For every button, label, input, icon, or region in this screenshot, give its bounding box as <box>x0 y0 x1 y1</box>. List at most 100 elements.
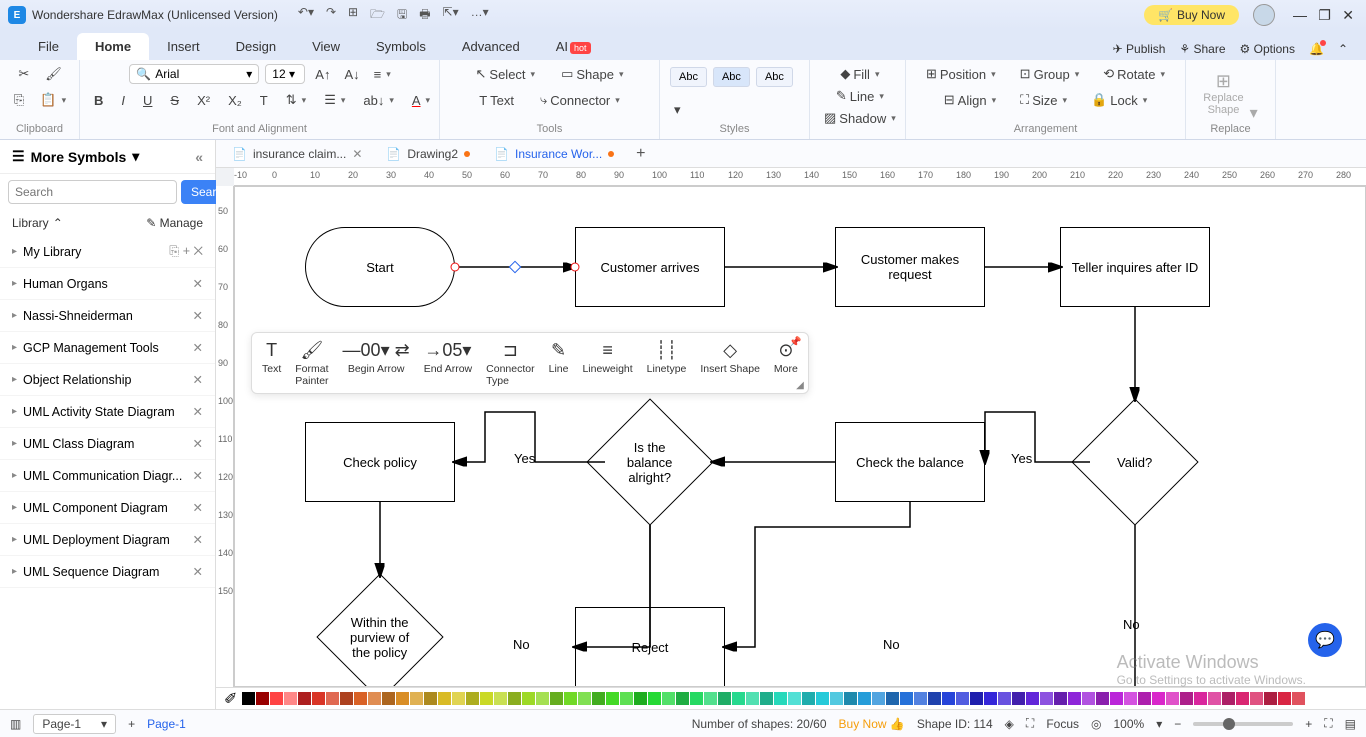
connector-tool[interactable]: ⤷ Connector <box>536 90 624 110</box>
add-page-button[interactable]: + <box>128 717 135 731</box>
style-preset-2[interactable]: Abc <box>713 67 750 87</box>
color-swatch[interactable] <box>312 692 325 705</box>
lib-item-object-rel[interactable]: Object Relationship✕ <box>0 364 215 396</box>
color-swatch[interactable] <box>746 692 759 705</box>
color-swatch[interactable] <box>1012 692 1025 705</box>
color-swatch[interactable] <box>970 692 983 705</box>
spacing-icon[interactable]: ⇅ <box>282 90 310 110</box>
color-swatch[interactable] <box>256 692 269 705</box>
color-swatch[interactable] <box>1096 692 1109 705</box>
align-dropdown[interactable]: ⊟ Align <box>940 90 1000 110</box>
align-h-icon[interactable]: ≡ <box>370 65 395 84</box>
ctx-end-arrow[interactable]: → 05 ▾End Arrow <box>424 339 472 387</box>
color-swatch[interactable] <box>480 692 493 705</box>
lib-item-uml-activity[interactable]: UML Activity State Diagram✕ <box>0 396 215 428</box>
color-swatch[interactable] <box>606 692 619 705</box>
select-tool[interactable]: ↖ Select <box>472 64 540 84</box>
zoom-slider[interactable] <box>1193 722 1293 726</box>
size-dropdown[interactable]: ⛶ Size <box>1016 90 1071 110</box>
decrease-font-icon[interactable]: A↓ <box>340 65 363 84</box>
replace-drop-icon[interactable]: ▾ <box>1250 103 1258 123</box>
lib-item-human-organs[interactable]: Human Organs✕ <box>0 268 215 300</box>
lib-item-uml-comm[interactable]: UML Communication Diagr...✕ <box>0 460 215 492</box>
color-swatch[interactable] <box>984 692 997 705</box>
tab-advanced[interactable]: Advanced <box>444 33 538 60</box>
color-swatch[interactable] <box>732 692 745 705</box>
color-swatch[interactable] <box>494 692 507 705</box>
buy-now-button[interactable]: 🛒 Buy Now <box>1144 5 1239 25</box>
focus-button[interactable]: Focus <box>1046 717 1079 731</box>
color-swatch[interactable] <box>1026 692 1039 705</box>
color-swatch[interactable] <box>564 692 577 705</box>
color-swatch[interactable] <box>816 692 829 705</box>
doctab-insurance-claim[interactable]: 📄 insurance claim... ✕ <box>220 143 374 165</box>
collapse-panel-icon[interactable]: « <box>195 149 203 165</box>
cut-icon[interactable]: ✂ <box>14 64 33 84</box>
tab-file[interactable]: File <box>20 33 77 60</box>
superscript-button[interactable]: X² <box>193 91 214 110</box>
page-tab[interactable]: Page-1 <box>147 717 186 731</box>
color-swatch[interactable] <box>676 692 689 705</box>
rotate-dropdown[interactable]: ⟲ Rotate <box>1099 64 1169 84</box>
color-swatch[interactable] <box>1082 692 1095 705</box>
lib-item-uml-seq[interactable]: UML Sequence Diagram✕ <box>0 556 215 588</box>
color-swatch[interactable] <box>872 692 885 705</box>
print-icon[interactable]: 🖶 <box>419 5 430 26</box>
increase-font-icon[interactable]: A↑ <box>311 65 334 84</box>
color-swatch[interactable] <box>900 692 913 705</box>
color-swatch[interactable] <box>1054 692 1067 705</box>
color-swatch[interactable] <box>508 692 521 705</box>
tab-view[interactable]: View <box>294 33 358 60</box>
color-swatch[interactable] <box>620 692 633 705</box>
copy-icon[interactable]: ⎘ <box>10 90 28 110</box>
color-swatch[interactable] <box>466 692 479 705</box>
color-swatch[interactable] <box>648 692 661 705</box>
color-swatch[interactable] <box>1138 692 1151 705</box>
color-swatch[interactable] <box>326 692 339 705</box>
bold-button[interactable]: B <box>90 91 107 110</box>
color-swatch[interactable] <box>452 692 465 705</box>
shape-customer-arrives[interactable]: Customer arrives <box>575 227 725 307</box>
panels-icon[interactable]: ▤ <box>1345 717 1356 731</box>
color-swatch[interactable] <box>928 692 941 705</box>
format-brush-icon[interactable]: 🖌 <box>41 64 66 84</box>
underline-button[interactable]: U <box>139 91 156 110</box>
shape-check-policy[interactable]: Check policy <box>305 422 455 502</box>
share-link[interactable]: ⚘ Share <box>1179 42 1225 56</box>
color-swatch[interactable] <box>424 692 437 705</box>
color-swatch[interactable] <box>270 692 283 705</box>
manage-library-link[interactable]: ✎ Manage <box>146 216 203 230</box>
eyedropper-icon[interactable]: ✐ <box>224 689 237 709</box>
ctx-line[interactable]: ✎Line <box>549 339 569 387</box>
color-swatch[interactable] <box>690 692 703 705</box>
shape-balance-alright[interactable]: Is the balance alright? <box>586 398 713 525</box>
style-preset-3[interactable]: Abc <box>756 67 793 87</box>
doctab-drawing2[interactable]: 📄 Drawing2 <box>374 143 482 165</box>
color-swatch[interactable] <box>438 692 451 705</box>
shadow-dropdown[interactable]: ▨ Shadow <box>820 108 900 128</box>
more-icon[interactable]: …▾ <box>471 5 489 26</box>
lib-item-nassi[interactable]: Nassi-Shneiderman✕ <box>0 300 215 332</box>
color-swatch[interactable] <box>1236 692 1249 705</box>
color-swatch[interactable] <box>1124 692 1137 705</box>
add-tab-button[interactable]: + <box>626 141 655 167</box>
shape-check-balance[interactable]: Check the balance <box>835 422 985 502</box>
hamburger-icon[interactable]: ☰ <box>12 148 25 165</box>
shape-within-purview[interactable]: Within the purview of the policy <box>316 573 443 687</box>
font-color-icon[interactable]: A <box>408 91 434 110</box>
shape-customer-request[interactable]: Customer makes request <box>835 227 985 307</box>
lib-item-uml-comp[interactable]: UML Component Diagram✕ <box>0 492 215 524</box>
subscript-button[interactable]: X₂ <box>224 91 246 110</box>
color-swatch[interactable] <box>1222 692 1235 705</box>
notifications-icon[interactable]: 🔔 <box>1309 42 1324 56</box>
paste-icon[interactable]: 📋 <box>36 90 70 110</box>
ctx-lineweight[interactable]: ≡Lineweight <box>582 339 632 387</box>
lib-item-gcp[interactable]: GCP Management Tools✕ <box>0 332 215 364</box>
color-swatch[interactable] <box>550 692 563 705</box>
color-swatch[interactable] <box>396 692 409 705</box>
zoom-in-button[interactable]: + <box>1305 717 1312 731</box>
bullets-icon[interactable]: ☰ <box>320 90 349 110</box>
tab-home[interactable]: Home <box>77 33 149 60</box>
text-dir-icon[interactable]: ab↓ <box>359 91 398 110</box>
doctab-insurance-wor[interactable]: 📄 Insurance Wor... <box>482 143 626 165</box>
